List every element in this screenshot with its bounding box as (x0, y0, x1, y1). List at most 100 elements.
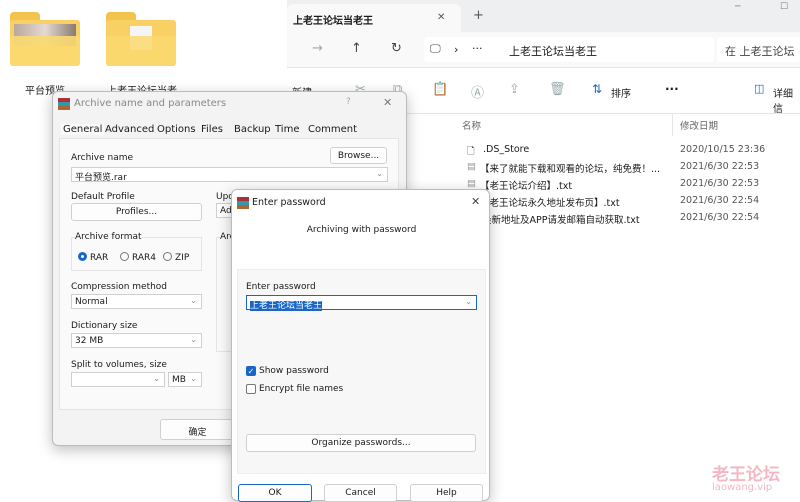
refresh-icon[interactable]: ↻ (391, 41, 402, 56)
split-label: Split to volumes, size (71, 360, 167, 370)
tab-general[interactable]: General (61, 124, 105, 135)
file-name: 【来了就能下载和观看的论坛，纯免费！... (480, 164, 661, 175)
maximize-icon[interactable]: ☐ (780, 2, 788, 12)
close-icon[interactable]: ✕ (383, 96, 392, 109)
file-date: 2020/10/15 23:36 (680, 144, 766, 155)
organize-passwords-button[interactable]: Organize passwords... (246, 434, 476, 452)
enter-password-dialog: Enter password ✕ Archiving with password… (231, 189, 490, 502)
split-unit-value: MB (172, 375, 186, 385)
radio-icon (163, 252, 172, 261)
forward-icon[interactable]: → (312, 41, 323, 56)
text-file-icon: ▤ (467, 178, 476, 189)
profiles-button[interactable]: Profiles... (71, 203, 202, 221)
tab-bar: 上老王论坛当老王 ✕ + ─ ☐ (287, 0, 800, 32)
chevron-down-icon: ⌄ (153, 374, 160, 383)
sort-button[interactable]: 排序 (611, 85, 631, 100)
tab-active[interactable]: 上老王论坛当老王 ✕ (287, 4, 461, 32)
file-name: 【老王论坛永久地址发布页】.txt (480, 198, 620, 209)
radio-label: ZIP (175, 253, 190, 263)
help-icon[interactable]: ? (346, 97, 351, 107)
column-header-name[interactable]: 名称 (462, 118, 481, 132)
cancel-button[interactable]: Cancel (324, 484, 397, 502)
text-file-icon: ▤ (467, 161, 476, 172)
tab-backup[interactable]: Backup (234, 124, 271, 135)
file-icon: 🗋 (467, 146, 475, 157)
password-panel: Enter password 上老王论坛当老王 ⌄ ✓ Show password… (237, 269, 486, 474)
share-icon[interactable]: ⇪ (509, 82, 520, 97)
archive-format-label: Archive format (75, 232, 142, 242)
radio-selected-icon (78, 252, 87, 261)
archive-name-input[interactable]: 平台预览.rar ⌄ (71, 167, 388, 183)
enter-password-label: Enter password (246, 282, 316, 292)
radio-rar4[interactable]: RAR4 (120, 252, 156, 263)
chevron-down-icon: ⌄ (190, 335, 197, 344)
column-header-date[interactable]: 修改日期 (680, 118, 718, 132)
dialog-heading: Archiving with password (306, 225, 417, 235)
search-input[interactable]: 在 上老王论坛 (717, 37, 800, 62)
file-date: 2021/6/30 22:53 (680, 161, 760, 172)
paste-icon[interactable]: 📋 (432, 82, 448, 97)
radio-rar[interactable]: RAR (78, 252, 108, 263)
radio-icon (120, 252, 129, 261)
chevron-right-icon: › (454, 43, 459, 56)
up-icon[interactable]: ↑ (351, 41, 362, 56)
new-tab-button[interactable]: + (473, 8, 484, 23)
split-size-input[interactable]: ⌄ (71, 372, 165, 387)
file-date: 2021/6/30 22:54 (680, 212, 760, 223)
tab-options[interactable]: Options (157, 124, 196, 135)
password-input[interactable]: 上老王论坛当老王 ⌄ (246, 295, 477, 311)
breadcrumb[interactable]: 上老王论坛当老王 (509, 43, 597, 59)
radio-label: RAR4 (132, 253, 157, 263)
default-profile-label: Default Profile (71, 192, 135, 202)
compression-select[interactable]: Normal ⌄ (71, 294, 202, 309)
chevron-down-icon: ⌄ (190, 296, 197, 305)
breadcrumb-more[interactable]: ··· (472, 42, 483, 55)
file-date: 2021/6/30 22:53 (680, 178, 760, 189)
winrar-icon (58, 98, 70, 110)
password-value: 上老王论坛当老王 (250, 301, 323, 311)
split-unit-select[interactable]: MB ⌄ (168, 372, 202, 387)
desktop-folder-icon[interactable] (106, 12, 176, 68)
tab-time[interactable]: Time (275, 124, 299, 135)
dictionary-label: Dictionary size (71, 321, 138, 331)
minimize-icon[interactable]: ─ (735, 2, 740, 12)
winrar-icon (237, 197, 249, 209)
file-name: 【老王论坛介绍】.txt (480, 181, 573, 192)
details-pane-icon: ◫ (754, 82, 765, 95)
tab-comment[interactable]: Comment (308, 124, 357, 135)
chevron-down-icon[interactable]: ⌄ (465, 297, 472, 306)
dictionary-select[interactable]: 32 MB ⌄ (71, 333, 202, 348)
archive-name-value: 平台预览.rar (75, 173, 127, 183)
column-divider[interactable] (672, 114, 673, 136)
rename-icon[interactable]: Ⓐ (471, 82, 484, 101)
chevron-down-icon[interactable]: ⌄ (376, 169, 383, 178)
desktop-folder-icon[interactable] (10, 12, 80, 68)
close-icon[interactable]: ✕ (471, 195, 480, 208)
tab-title: 上老王论坛当老王 (293, 16, 373, 27)
ok-button[interactable]: OK (238, 484, 312, 502)
archive-format-group: Archive format RAR RAR4 ZIP (71, 232, 202, 271)
tab-advanced[interactable]: Advanced (105, 124, 154, 135)
dialog-title: Archive name and parameters (74, 98, 227, 109)
compression-label: Compression method (71, 282, 168, 292)
close-tab-icon[interactable]: ✕ (437, 12, 445, 23)
navigation-bar: → ↑ ↻ 🖵 › ··· 上老王论坛当老王 在 上老王论坛 (287, 32, 800, 68)
ok-button[interactable]: 确定 (160, 419, 235, 440)
show-password-checkbox[interactable]: ✓ (246, 366, 256, 376)
radio-zip[interactable]: ZIP (163, 252, 189, 263)
show-password-label[interactable]: Show password (259, 366, 329, 376)
more-button[interactable]: ··· (665, 82, 679, 96)
delete-icon[interactable]: 🗑 (549, 82, 566, 97)
archive-name-label: Archive name (71, 153, 134, 163)
help-button[interactable]: Help (410, 484, 483, 502)
tab-files[interactable]: Files (201, 124, 223, 135)
watermark-url: laowang.vip (712, 482, 773, 493)
encrypt-names-label[interactable]: Encrypt file names (259, 384, 343, 394)
details-button[interactable]: 详细信 (773, 85, 800, 115)
chevron-down-icon: ⌄ (190, 374, 197, 383)
sort-icon: ⇅ (592, 82, 603, 96)
compression-value: Normal (75, 297, 108, 307)
encrypt-names-checkbox[interactable] (246, 384, 256, 394)
browse-button[interactable]: Browse... (330, 147, 387, 164)
address-bar[interactable]: 🖵 › ··· 上老王论坛当老王 (424, 37, 714, 62)
